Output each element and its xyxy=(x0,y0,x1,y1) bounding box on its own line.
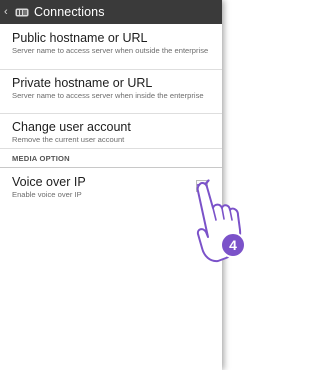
back-icon[interactable]: ‹ xyxy=(4,0,14,24)
step-number-badge: 4 xyxy=(220,232,246,258)
pref-public-hostname[interactable]: Public hostname or URL Server name to ac… xyxy=(0,24,222,70)
section-header-media-option: MEDIA OPTION xyxy=(0,149,222,168)
pref-change-user-account[interactable]: Change user account Remove the current u… xyxy=(0,114,222,149)
preference-list: Public hostname or URL Server name to ac… xyxy=(0,24,222,204)
action-bar: ‹ Connections xyxy=(0,0,222,24)
connections-app-icon xyxy=(15,8,29,17)
pref-title: Change user account xyxy=(12,120,131,134)
pref-summary: Server name to access server when outsid… xyxy=(12,46,209,55)
pref-summary: Enable voice over IP xyxy=(12,190,82,199)
pref-private-hostname[interactable]: Private hostname or URL Server name to a… xyxy=(0,70,222,114)
pref-voice-over-ip[interactable]: Voice over IP Enable voice over IP xyxy=(0,168,222,204)
phone-screen: ‹ Connections Public hostname or URL Ser… xyxy=(0,0,222,370)
pref-summary: Remove the current user account xyxy=(12,135,125,144)
pref-title: Private hostname or URL xyxy=(12,76,153,90)
pref-title: Voice over IP xyxy=(12,175,86,189)
pref-title: Public hostname or URL xyxy=(12,31,148,45)
pref-summary: Server name to access server when inside… xyxy=(12,91,204,100)
page-title: Connections xyxy=(34,5,105,19)
